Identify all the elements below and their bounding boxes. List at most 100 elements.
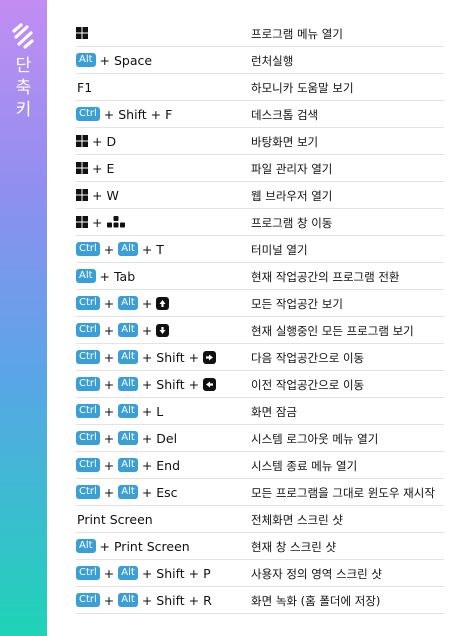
- shortcut-keys: Ctrl + Alt + Shift + P: [76, 560, 212, 586]
- shortcut-row: + W 웹 브라우저 열기: [76, 182, 444, 209]
- shortcut-description: 사용자 정의 영역 스크린 샷: [251, 567, 383, 581]
- shortcut-row: Ctrl + Alt + End 시스템 종료 메뉴 열기: [76, 452, 444, 479]
- shortcut-row: Ctrl + Alt + Del 시스템 로그아웃 메뉴 열기: [76, 425, 444, 452]
- shortcut-row: Ctrl + Shift + F 데스크톱 검색: [76, 101, 444, 128]
- shortcut-description: 화면 잠금: [251, 405, 297, 419]
- shortcut-row: Ctrl + Alt + Shift + P 사용자 정의 영역 스크린 샷: [76, 560, 444, 587]
- shortcut-keys: + D: [76, 128, 117, 154]
- key-text: + Del: [141, 430, 178, 446]
- key-badge-alt: Alt: [76, 53, 96, 67]
- shortcut-keys: Ctrl + Alt + Shift + R: [76, 587, 213, 613]
- shortcut-keys: Ctrl + Shift + F: [76, 101, 173, 127]
- key-text: +: [103, 322, 115, 338]
- shortcut-description: 현재 작업공간의 프로그램 전환: [251, 270, 400, 284]
- shortcut-description: 다음 작업공간으로 이동: [251, 351, 365, 365]
- key-badge-ctrl: Ctrl: [76, 404, 100, 418]
- shortcut-description: 모든 작업공간 보기: [251, 297, 343, 311]
- key-text: + E: [92, 160, 115, 176]
- sidebar-title: 단 축 키: [0, 55, 47, 121]
- shortcut-keys: Alt + Print Screen: [76, 533, 191, 559]
- shortcut-description: 데스크톱 검색: [251, 108, 319, 122]
- shortcut-keys: [76, 20, 88, 46]
- shortcut-description: 시스템 종료 메뉴 열기: [251, 459, 358, 473]
- key-badge-ctrl: Ctrl: [76, 377, 100, 391]
- key-text: F1: [77, 79, 93, 95]
- key-text: +: [103, 430, 115, 446]
- shortcut-keys: Ctrl + Alt + End: [76, 452, 181, 478]
- windows-icon: [76, 135, 88, 147]
- key-badge-alt: Alt: [118, 404, 138, 418]
- key-badge-ctrl: Ctrl: [76, 296, 100, 310]
- shortcut-row: + E 파일 관리자 열기: [76, 155, 444, 182]
- shortcut-keys: Ctrl + Alt +: [76, 317, 170, 343]
- shortcut-description: 바탕화면 보기: [251, 135, 319, 149]
- shortcut-keys: Print Screen: [76, 506, 154, 532]
- key-badge-alt: Alt: [118, 350, 138, 364]
- key-badge-alt: Alt: [118, 593, 138, 607]
- shortcut-keys: Ctrl + Alt + T: [76, 236, 165, 262]
- key-text: + Shift + F: [103, 106, 173, 122]
- key-text: +: [103, 349, 115, 365]
- shortcut-row: Alt + Tab 현재 작업공간의 프로그램 전환: [76, 263, 444, 290]
- shortcut-description: 화면 녹화 (홈 폴더에 저장): [251, 594, 381, 608]
- key-badge-alt: Alt: [118, 431, 138, 445]
- shortcut-description: 웹 브라우저 열기: [251, 189, 333, 203]
- sidebar-title-char: 키: [15, 100, 32, 120]
- shortcut-keys: Ctrl + Alt + Shift +: [76, 344, 217, 370]
- key-text: +: [103, 484, 115, 500]
- sidebar-title-char: 단: [15, 56, 32, 76]
- arrow-up-key-icon: [156, 296, 170, 310]
- sidebar: 단 축 키: [0, 0, 47, 636]
- shortcut-description: 이전 작업공간으로 이동: [251, 378, 365, 392]
- shortcut-description: 프로그램 메뉴 열기: [251, 27, 343, 41]
- key-text: + Shift + P: [141, 565, 211, 581]
- shortcut-row: + 프로그램 창 이동: [76, 209, 444, 236]
- shortcut-keys: Alt + Space: [76, 47, 153, 73]
- shortcut-keys: Ctrl + Alt + Shift +: [76, 371, 217, 397]
- shortcut-row: Alt + Print Screen 현재 창 스크린 샷: [76, 533, 444, 560]
- shortcut-description: 하모니카 도움말 보기: [251, 81, 354, 95]
- key-text: + Shift +: [141, 349, 200, 365]
- key-text: +: [103, 403, 115, 419]
- key-badge-ctrl: Ctrl: [76, 107, 100, 121]
- key-badge-ctrl: Ctrl: [76, 431, 100, 445]
- key-text: + End: [141, 457, 181, 473]
- shortcut-description: 현재 창 스크린 샷: [251, 540, 337, 554]
- key-text: + W: [92, 187, 119, 203]
- arrow-right-key-icon: [203, 350, 217, 364]
- arrow-cluster-icon: [106, 216, 126, 228]
- key-text: +: [141, 322, 153, 338]
- key-text: +: [92, 214, 103, 230]
- shortcut-description: 터미널 열기: [251, 243, 308, 257]
- key-text: +: [103, 295, 115, 311]
- arrow-left-key-icon: [203, 377, 217, 391]
- key-badge-alt: Alt: [118, 485, 138, 499]
- shortcut-description: 파일 관리자 열기: [251, 162, 333, 176]
- key-badge-alt: Alt: [118, 323, 138, 337]
- key-badge-alt: Alt: [76, 269, 96, 283]
- shortcut-row: Ctrl + Alt + 모든 작업공간 보기: [76, 290, 444, 317]
- windows-icon: [76, 189, 88, 201]
- shortcut-keys: Ctrl + Alt +: [76, 290, 170, 316]
- shortcut-description: 전체화면 스크린 샷: [251, 513, 343, 527]
- arrow-down-key-icon: [156, 323, 170, 337]
- shortcut-keys: +: [76, 209, 126, 235]
- key-badge-ctrl: Ctrl: [76, 350, 100, 364]
- shortcut-row: Print Screen 전체화면 스크린 샷: [76, 506, 444, 533]
- key-text: +: [103, 376, 115, 392]
- key-text: +: [103, 457, 115, 473]
- shortcut-row: Alt + Space 런처실행: [76, 47, 444, 74]
- key-text: +: [103, 565, 115, 581]
- shortcut-description: 런처실행: [251, 54, 294, 68]
- key-text: +: [103, 241, 115, 257]
- key-text: + L: [141, 403, 164, 419]
- key-badge-ctrl: Ctrl: [76, 323, 100, 337]
- shortcut-row: Ctrl + Alt + Esc 모든 프로그램을 그대로 윈도우 재시작: [76, 479, 444, 506]
- key-badge-alt: Alt: [118, 377, 138, 391]
- shortcut-description: 프로그램 창 이동: [251, 216, 333, 230]
- shortcut-row: F1 하모니카 도움말 보기: [76, 74, 444, 101]
- shortcut-row: Ctrl + Alt + T 터미널 열기: [76, 236, 444, 263]
- windows-icon: [76, 162, 88, 174]
- key-badge-ctrl: Ctrl: [76, 566, 100, 580]
- shortcut-row: Ctrl + Alt + Shift + 다음 작업공간으로 이동: [76, 344, 444, 371]
